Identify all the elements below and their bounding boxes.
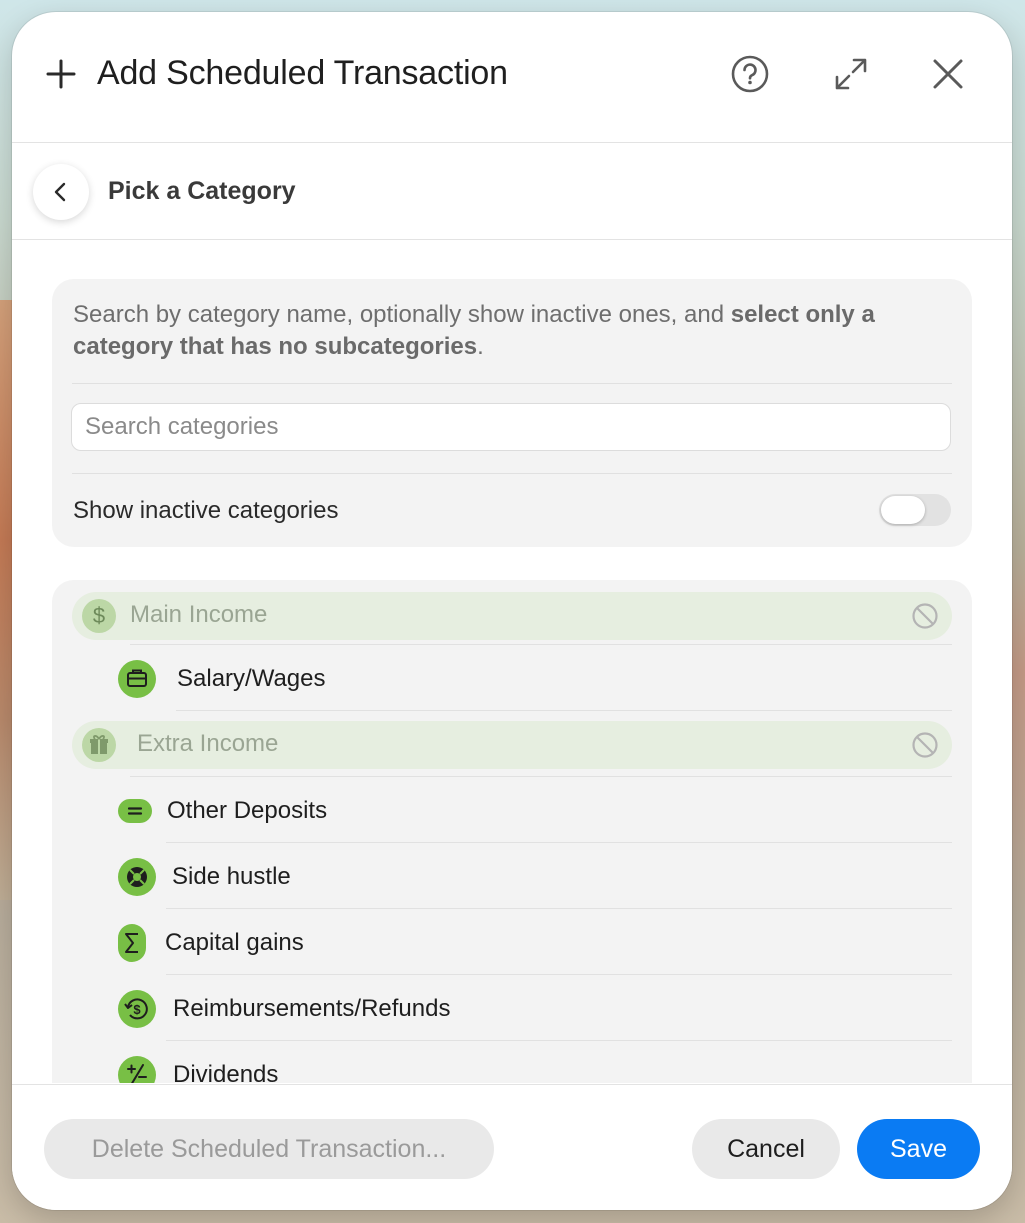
show-inactive-toggle[interactable] xyxy=(879,494,951,526)
dialog-header: Add Scheduled Transaction xyxy=(12,12,1012,143)
dialog-title: Add Scheduled Transaction xyxy=(97,54,508,92)
not-selectable-icon xyxy=(912,732,938,758)
group-label: Extra Income xyxy=(137,730,279,757)
help-button[interactable] xyxy=(728,52,772,96)
category-group-extra-income: Extra Income xyxy=(72,721,952,769)
filter-card: Search by category name, optionally show… xyxy=(52,279,972,547)
question-circle-icon xyxy=(731,55,769,93)
category-item-side-hustle[interactable]: Side hustle xyxy=(52,844,972,910)
dialog-footer: Delete Scheduled Transaction... Cancel S… xyxy=(12,1084,1012,1210)
equals-icon xyxy=(118,799,152,823)
gift-icon xyxy=(82,728,116,762)
divider xyxy=(130,776,952,777)
dialog-content: Search by category name, optionally show… xyxy=(12,240,1012,1083)
category-group-main-income: $ Main Income xyxy=(72,592,952,640)
filter-description: Search by category name, optionally show… xyxy=(73,299,943,363)
divider xyxy=(72,383,952,384)
show-inactive-label: Show inactive categories xyxy=(73,497,339,524)
divider xyxy=(166,974,952,975)
category-label: Reimbursements/Refunds xyxy=(173,995,451,1022)
expand-button[interactable] xyxy=(829,52,873,96)
back-button[interactable] xyxy=(33,164,89,220)
pick-category-title: Pick a Category xyxy=(108,177,296,205)
category-item-dividends[interactable]: Dividends xyxy=(52,1042,972,1083)
category-item-other-deposits[interactable]: Other Deposits xyxy=(52,778,972,844)
expand-arrows-icon xyxy=(835,58,867,90)
divider xyxy=(166,908,952,909)
divider xyxy=(72,473,952,474)
category-label: Dividends xyxy=(173,1061,279,1083)
dollar-sign-icon: $ xyxy=(82,599,116,633)
category-list: $ Main Income Salary/Wages Extra Income … xyxy=(52,580,972,1083)
divider xyxy=(176,710,952,711)
toggle-knob xyxy=(881,496,925,524)
category-label: Capital gains xyxy=(165,929,304,956)
svg-text:$: $ xyxy=(133,1002,141,1017)
sigma-icon xyxy=(118,924,146,962)
description-suffix: . xyxy=(477,333,484,360)
category-item-reimbursements-refunds[interactable]: $ Reimbursements/Refunds xyxy=(52,976,972,1042)
save-button[interactable]: Save xyxy=(857,1119,980,1179)
divider xyxy=(130,644,952,645)
category-item-salary-wages[interactable]: Salary/Wages xyxy=(52,646,972,712)
refund-dollar-icon: $ xyxy=(118,990,156,1028)
close-icon xyxy=(933,59,963,89)
group-label: Main Income xyxy=(130,601,268,628)
category-label: Salary/Wages xyxy=(177,665,326,692)
plus-icon xyxy=(46,59,76,89)
divider xyxy=(166,842,952,843)
cancel-button[interactable]: Cancel xyxy=(692,1119,840,1179)
category-item-capital-gains[interactable]: Capital gains xyxy=(52,910,972,976)
plus-minus-icon xyxy=(118,1056,156,1083)
category-picker-header: Pick a Category xyxy=(12,143,1012,240)
not-selectable-icon xyxy=(912,603,938,629)
category-label: Other Deposits xyxy=(167,797,328,824)
category-label: Side hustle xyxy=(172,863,291,890)
life-ring-icon xyxy=(118,858,156,896)
search-categories-input[interactable] xyxy=(71,403,951,451)
divider xyxy=(166,1040,952,1041)
chevron-left-icon xyxy=(54,182,66,202)
briefcase-icon xyxy=(118,660,156,698)
delete-scheduled-transaction-button[interactable]: Delete Scheduled Transaction... xyxy=(44,1119,494,1179)
add-scheduled-transaction-dialog: Add Scheduled Transaction Pick a Categor… xyxy=(12,12,1012,1210)
close-button[interactable] xyxy=(926,52,970,96)
description-text: Search by category name, optionally show… xyxy=(73,301,731,328)
